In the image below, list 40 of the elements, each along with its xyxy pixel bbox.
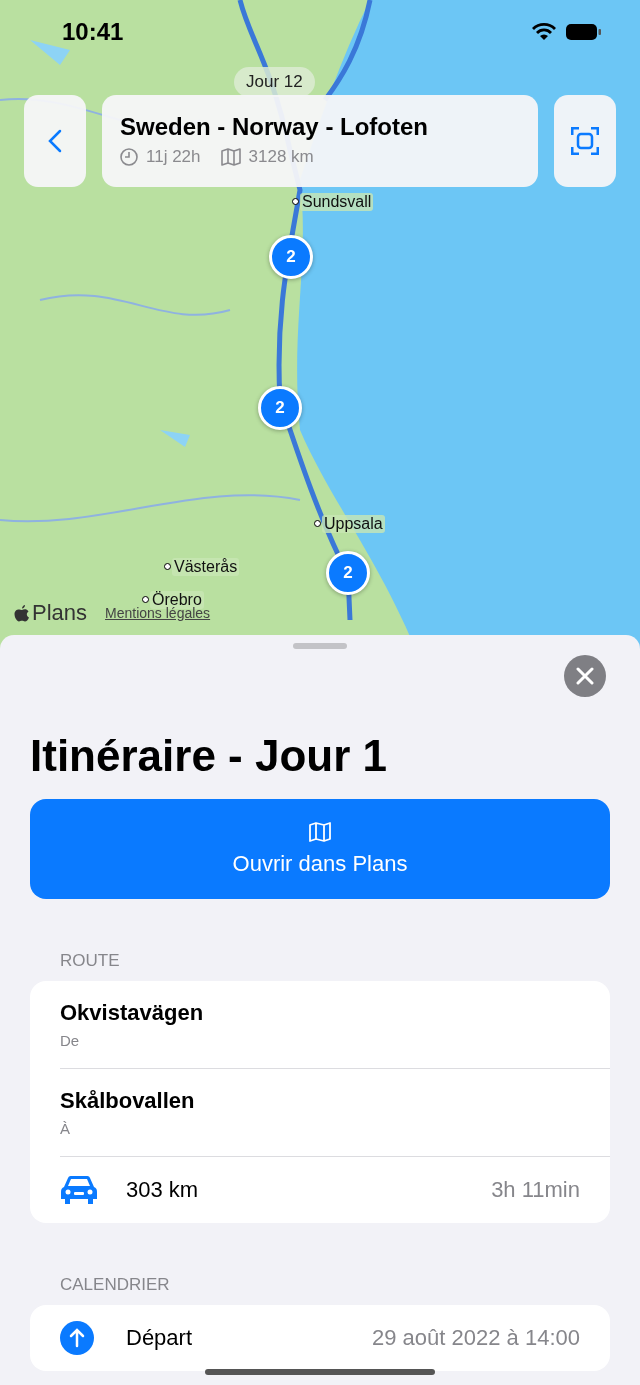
place-label: Uppsala — [322, 515, 385, 533]
trip-title: Sweden - Norway - Lofoten — [120, 113, 429, 141]
battery-icon — [566, 23, 602, 41]
stop-caption: À — [60, 1120, 71, 1137]
wifi-icon — [532, 23, 556, 41]
map-cluster-marker[interactable]: 2 — [269, 235, 313, 279]
map-cluster-marker[interactable]: 2 — [258, 386, 302, 430]
sheet-title: Itinéraire - Jour 1 — [30, 731, 388, 781]
stop-name: Okvistavägen — [60, 1000, 204, 1026]
place-label: Västerås — [172, 558, 240, 576]
fit-frame-icon — [571, 127, 599, 155]
car-icon — [60, 1175, 98, 1205]
place-dot-icon — [292, 198, 299, 205]
place-dot-icon — [314, 520, 321, 527]
section-header: CALENDRIER — [60, 1275, 171, 1295]
day-label: Jour 12 — [234, 67, 315, 97]
open-in-maps-button[interactable]: Ouvrir dans Plans — [30, 799, 610, 899]
clock-icon — [120, 148, 138, 166]
trip-duration: 11j 22h — [146, 147, 201, 167]
map-cluster-marker[interactable]: 2 — [326, 551, 370, 595]
map-icon — [220, 148, 241, 166]
maps-brand: Plans — [14, 600, 88, 626]
stop-caption: De — [60, 1032, 81, 1049]
place-dot-icon — [164, 563, 171, 570]
event-date: 29 août 2022 à 14:00 — [372, 1325, 580, 1351]
map-icon — [308, 821, 332, 843]
back-chevron-icon — [48, 129, 62, 153]
event-label: Départ — [126, 1325, 193, 1351]
place-dot-icon — [142, 596, 149, 603]
apple-logo-icon — [14, 604, 30, 622]
route-distance: 303 km — [126, 1177, 199, 1203]
route-duration: 3h 11min — [491, 1177, 580, 1203]
fit-view-button[interactable] — [554, 95, 616, 187]
place-label: Sundsvall — [300, 193, 374, 211]
close-icon — [576, 667, 594, 685]
close-button[interactable] — [564, 655, 606, 697]
section-header: ROUTE — [60, 951, 121, 971]
status-time: 10:41 — [62, 18, 124, 46]
trip-distance: 3128 km — [248, 147, 314, 167]
stop-name: Skålbovallen — [60, 1088, 195, 1114]
